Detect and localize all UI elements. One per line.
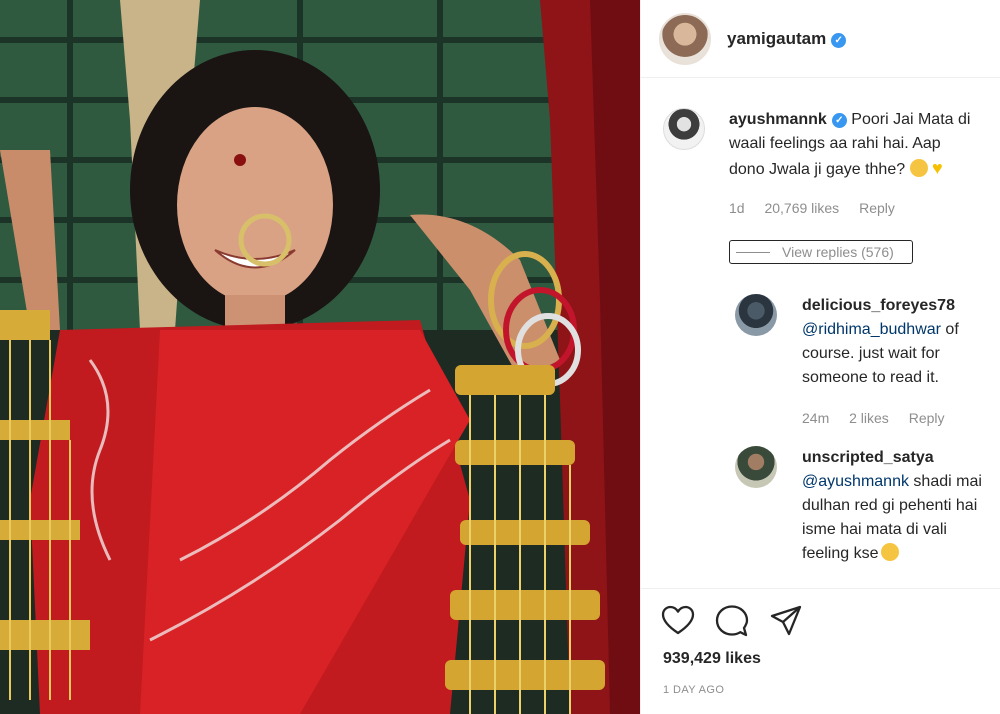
owner-username[interactable]: yamigautam ✓ bbox=[727, 29, 847, 49]
reply-avatar[interactable] bbox=[735, 446, 777, 488]
verified-icon: ✓ bbox=[831, 113, 847, 128]
verified-icon: ✓ bbox=[831, 33, 847, 48]
heart-icon[interactable] bbox=[661, 604, 695, 638]
yellow-heart-icon: ♥ bbox=[932, 158, 943, 178]
divider-line bbox=[736, 251, 770, 253]
post-header: yamigautam ✓ bbox=[641, 0, 1000, 78]
laughing-emoji-icon bbox=[880, 543, 899, 561]
comment-icon[interactable] bbox=[715, 604, 749, 638]
view-replies-button[interactable]: View replies (576) bbox=[729, 240, 913, 264]
owner-avatar[interactable] bbox=[659, 13, 711, 65]
reply-meta: 24m 2 likes Reply bbox=[802, 410, 945, 426]
reply-avatar[interactable] bbox=[735, 294, 777, 336]
share-icon[interactable] bbox=[769, 604, 803, 638]
comment-text: ayushmannk ✓ Poori Jai Mata di waali feel… bbox=[729, 111, 971, 178]
reply-text: unscripted_satya @ayushmannk shadi mai d… bbox=[802, 449, 982, 562]
smile-emoji-icon bbox=[909, 159, 928, 177]
post-timestamp: 1 DAY AGO bbox=[663, 684, 725, 696]
comments-panel: yamigautam ✓ ayushmannk ✓ Poori Jai Mata d… bbox=[640, 0, 1000, 714]
reply-text: delicious_foreyes78 @ridhima_budhwar of … bbox=[802, 297, 959, 386]
commenter-avatar[interactable] bbox=[663, 108, 705, 150]
post-photo bbox=[0, 0, 640, 714]
footer-divider bbox=[641, 588, 1000, 589]
likes-count[interactable]: 939,429 likes bbox=[663, 650, 761, 668]
comment-meta: 1d 20,769 likes Reply bbox=[729, 200, 895, 216]
